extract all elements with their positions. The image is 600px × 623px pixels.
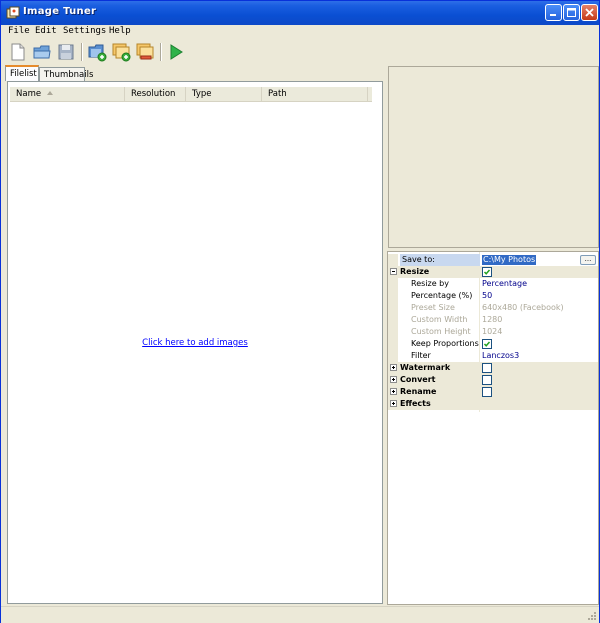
file-list[interactable]: Name Resolution Type Path Click here to … [7, 81, 383, 604]
prop-label: Resize by [411, 279, 449, 288]
app-window: Image Tuner File Edit Settings Help File… [0, 0, 600, 623]
prop-resize[interactable]: Resize [388, 266, 598, 278]
category-label: Effects [400, 399, 431, 408]
row-gutter [388, 326, 398, 338]
prop-value[interactable]: 50 [482, 290, 492, 302]
prop-label: Percentage (%) [411, 291, 473, 300]
expand-icon[interactable] [390, 400, 397, 407]
category-label: Rename [400, 387, 437, 396]
column-name[interactable]: Name [10, 87, 125, 101]
row-gutter [388, 338, 398, 350]
row-gutter [388, 254, 398, 266]
image-preview [388, 66, 599, 248]
keep-proportions-checkbox[interactable] [482, 339, 492, 349]
prop-label: Keep Proportions [411, 339, 479, 348]
menu-bar: File Edit Settings Help [1, 25, 599, 39]
rename-checkbox[interactable] [482, 387, 492, 397]
add-folder-icon[interactable] [87, 42, 107, 62]
category-label: Watermark [400, 363, 451, 372]
tab-filelist[interactable]: Filelist [5, 65, 39, 81]
row-gutter [388, 278, 398, 290]
maximize-icon [567, 8, 576, 17]
resize-checkbox[interactable] [482, 267, 492, 277]
add-images-icon[interactable] [111, 42, 131, 62]
new-file-icon[interactable] [8, 42, 28, 62]
property-grid: Save to: C:\My Photos ... Resize Resize … [387, 251, 599, 605]
column-label: Name [16, 89, 42, 99]
column-type[interactable]: Type [186, 87, 262, 101]
save-to-input[interactable]: C:\My Photos [482, 255, 537, 265]
prop-keep-proportions[interactable]: Keep Proportions [388, 338, 598, 350]
toolbar-separator [160, 43, 162, 61]
prop-label: Preset Size [411, 303, 455, 312]
collapse-icon[interactable] [390, 268, 397, 275]
window-title: Image Tuner [23, 6, 97, 17]
run-icon[interactable] [166, 42, 186, 62]
maximize-button[interactable] [563, 4, 580, 21]
prop-label: Custom Height [411, 327, 471, 336]
menu-help[interactable]: Help [109, 26, 131, 36]
expand-icon[interactable] [390, 364, 397, 371]
tab-thumbnails[interactable]: Thumbnails [39, 67, 93, 81]
add-images-link[interactable]: Click here to add images [8, 338, 382, 348]
prop-value: 1280 [482, 315, 503, 324]
prop-watermark[interactable]: Watermark [388, 362, 598, 374]
watermark-checkbox[interactable] [482, 363, 492, 373]
title-bar[interactable]: Image Tuner [1, 1, 599, 25]
prop-value[interactable]: Lanczos3 [482, 350, 519, 362]
prop-convert[interactable]: Convert [388, 374, 598, 386]
convert-checkbox[interactable] [482, 375, 492, 385]
close-icon [585, 8, 594, 17]
expand-icon[interactable] [390, 388, 397, 395]
prop-preset-size: Preset Size 640x480 (Facebook) [388, 302, 598, 314]
prop-label: Custom Width [411, 315, 468, 324]
menu-settings[interactable]: Settings [63, 26, 106, 36]
checkmark-icon [483, 341, 491, 347]
prop-value: 1024 [482, 327, 503, 336]
menu-file[interactable]: File [8, 26, 30, 36]
row-gutter [388, 302, 398, 314]
status-bar [1, 606, 599, 623]
prop-value[interactable]: Percentage [482, 278, 527, 290]
prop-value: 640x480 (Facebook) [482, 303, 564, 312]
menu-edit[interactable]: Edit [35, 26, 57, 36]
list-header: Name Resolution Type Path [10, 87, 372, 102]
category-label: Resize [400, 267, 430, 276]
column-path[interactable]: Path [262, 87, 368, 101]
column-resolution[interactable]: Resolution [125, 87, 186, 101]
checkmark-icon [483, 269, 491, 275]
prop-save-to[interactable]: Save to: C:\My Photos ... [388, 254, 598, 266]
open-folder-icon[interactable] [32, 42, 52, 62]
prop-filter[interactable]: Filter Lanczos3 [388, 350, 598, 362]
toolbar [1, 39, 599, 65]
prop-custom-width: Custom Width 1280 [388, 314, 598, 326]
row-gutter [388, 314, 398, 326]
prop-resize-by[interactable]: Resize by Percentage [388, 278, 598, 290]
prop-label: Filter [411, 351, 431, 360]
expand-icon[interactable] [390, 376, 397, 383]
row-gutter [388, 350, 398, 362]
save-icon[interactable] [56, 42, 76, 62]
sort-ascending-icon [47, 91, 53, 95]
resize-grip-icon[interactable] [586, 610, 596, 620]
prop-rename[interactable]: Rename [388, 386, 598, 398]
prop-percentage[interactable]: Percentage (%) 50 [388, 290, 598, 302]
browse-button[interactable]: ... [580, 255, 596, 265]
category-label: Convert [400, 375, 436, 384]
row-gutter [388, 290, 398, 302]
app-icon [6, 6, 20, 19]
prop-custom-height: Custom Height 1024 [388, 326, 598, 338]
toolbar-separator [81, 43, 83, 61]
minimize-icon [550, 14, 556, 16]
prop-label: Save to: [400, 254, 480, 266]
remove-images-icon[interactable] [135, 42, 155, 62]
close-button[interactable] [581, 4, 598, 21]
prop-effects[interactable]: Effects [388, 398, 598, 410]
minimize-button[interactable] [545, 4, 562, 21]
